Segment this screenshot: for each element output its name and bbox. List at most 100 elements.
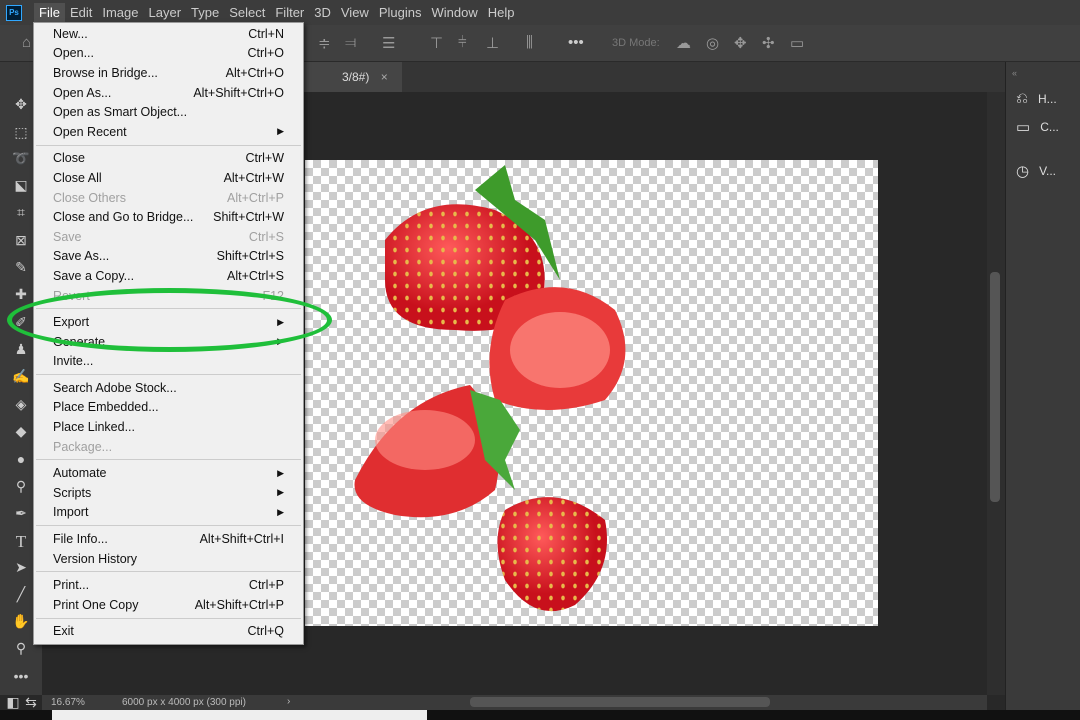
- menu-item-import[interactable]: Import ▶: [34, 503, 303, 523]
- menu-layer[interactable]: Layer: [144, 3, 187, 22]
- menu-edit[interactable]: Edit: [65, 3, 97, 22]
- menu-separator: [36, 617, 301, 619]
- menu-3d[interactable]: 3D: [309, 3, 336, 22]
- menu-item-label: Open Recent: [53, 124, 127, 139]
- distribute-v-icon[interactable]: ⫼: [526, 34, 533, 51]
- panel-label: C...: [1040, 120, 1059, 134]
- horizontal-scrollbar[interactable]: [470, 697, 770, 707]
- more-options-button[interactable]: •••: [568, 34, 584, 51]
- crop-tool-icon[interactable]: ⌗: [12, 204, 30, 222]
- menu-item-shortcut: Ctrl+Q: [247, 624, 284, 639]
- menu-item-save-as[interactable]: Save As... Shift+Ctrl+S: [34, 247, 303, 267]
- 3d-orbit-icon[interactable]: ☁: [676, 34, 691, 52]
- menu-item-label: Exit: [53, 624, 74, 639]
- menu-item-open[interactable]: Open... Ctrl+O: [34, 44, 303, 64]
- menu-item-close[interactable]: Close Ctrl+W: [34, 149, 303, 169]
- type-tool-icon[interactable]: T: [12, 532, 30, 551]
- history-brush-tool-icon[interactable]: ✍: [12, 368, 30, 386]
- menu-item-open-as[interactable]: Open As... Alt+Shift+Ctrl+O: [34, 83, 303, 103]
- eyedropper-tool-icon[interactable]: ✎: [12, 259, 30, 277]
- align-icon[interactable]: ≑: [318, 34, 331, 52]
- menu-item-shortcut: Ctrl+N: [248, 26, 284, 41]
- menu-type[interactable]: Type: [186, 3, 224, 22]
- align-right-icon[interactable]: ⫤: [345, 34, 356, 51]
- menu-item-exit[interactable]: Exit Ctrl+Q: [34, 622, 303, 642]
- dodge-tool-icon[interactable]: ⚲: [12, 478, 30, 496]
- menu-item-package: Package...: [34, 437, 303, 457]
- vertical-scrollbar[interactable]: [987, 92, 1005, 695]
- pen-tool-icon[interactable]: ✒: [12, 505, 30, 523]
- menu-item-place-linked[interactable]: Place Linked...: [34, 417, 303, 437]
- home-icon[interactable]: ⌂: [22, 34, 31, 51]
- menu-view[interactable]: View: [336, 3, 374, 22]
- healing-tool-icon[interactable]: ✚: [12, 286, 30, 304]
- menu-filter[interactable]: Filter: [270, 3, 309, 22]
- menu-item-invite[interactable]: Invite...: [34, 352, 303, 372]
- blur-tool-icon[interactable]: ●: [12, 451, 30, 469]
- line-tool-icon[interactable]: ╱: [12, 586, 30, 604]
- menu-item-version-history[interactable]: Version History: [34, 549, 303, 569]
- marquee-tool-icon[interactable]: ⬚: [12, 124, 30, 142]
- document-image[interactable]: [305, 160, 878, 626]
- frame-tool-icon[interactable]: ⊠: [12, 232, 30, 250]
- panel-version[interactable]: ◷ V...: [1016, 162, 1056, 180]
- 3d-roll-icon[interactable]: ◎: [706, 34, 719, 52]
- 3d-camera-icon[interactable]: ▭: [790, 34, 804, 52]
- distribute-icon[interactable]: ☰: [382, 34, 395, 52]
- stamp-tool-icon[interactable]: ♟: [12, 341, 30, 359]
- panel-label: V...: [1039, 164, 1056, 178]
- menu-window[interactable]: Window: [426, 3, 482, 22]
- menu-item-open-as-smart-object[interactable]: Open as Smart Object...: [34, 102, 303, 122]
- move-tool-icon[interactable]: ✥: [12, 96, 30, 114]
- menu-item-close-and-go-to-bridge[interactable]: Close and Go to Bridge... Shift+Ctrl+W: [34, 207, 303, 227]
- menu-item-label: Open...: [53, 46, 94, 61]
- menu-item-automate[interactable]: Automate ▶: [34, 463, 303, 483]
- menu-item-new[interactable]: New... Ctrl+N: [34, 24, 303, 44]
- menu-item-label: Save: [53, 229, 82, 244]
- 3d-pan-icon[interactable]: ✥: [734, 34, 747, 52]
- menu-item-search-adobe-stock[interactable]: Search Adobe Stock...: [34, 378, 303, 398]
- document-info[interactable]: 6000 px x 4000 px (300 ppi): [122, 697, 246, 708]
- menu-select[interactable]: Select: [224, 3, 270, 22]
- panel-history[interactable]: ⎌ H...: [1016, 90, 1057, 107]
- menu-item-save: Save Ctrl+S: [34, 227, 303, 247]
- status-expand-icon[interactable]: ›: [287, 696, 290, 707]
- menu-item-open-recent[interactable]: Open Recent ▶: [34, 122, 303, 142]
- menu-item-shortcut: Alt+Shift+Ctrl+P: [194, 597, 284, 612]
- align-middle-icon[interactable]: ⫩: [458, 34, 467, 51]
- more-tools-icon[interactable]: •••: [12, 668, 30, 686]
- menu-item-label: Open as Smart Object...: [53, 105, 188, 120]
- paint-bucket-tool-icon[interactable]: ◆: [12, 423, 30, 441]
- eraser-tool-icon[interactable]: ◈: [12, 396, 30, 414]
- lasso-tool-icon[interactable]: ➰: [12, 150, 30, 168]
- menu-help[interactable]: Help: [483, 3, 520, 22]
- menu-item-shortcut: Alt+Ctrl+O: [225, 65, 284, 80]
- menu-item-file-info[interactable]: File Info... Alt+Shift+Ctrl+I: [34, 529, 303, 549]
- menu-item-place-embedded[interactable]: Place Embedded...: [34, 398, 303, 418]
- align-bottom-icon[interactable]: ⊥: [486, 34, 499, 52]
- scrollbar-thumb[interactable]: [990, 272, 1000, 502]
- submenu-arrow-icon: ▶: [277, 506, 284, 517]
- menu-item-scripts[interactable]: Scripts ▶: [34, 483, 303, 503]
- quick-select-tool-icon[interactable]: ⬕: [12, 177, 30, 195]
- zoom-tool-icon[interactable]: ⚲: [12, 640, 30, 658]
- menu-item-close-all[interactable]: Close All Alt+Ctrl+W: [34, 168, 303, 188]
- panel-comment[interactable]: ▭ C...: [1016, 118, 1059, 136]
- menu-item-label: Version History: [53, 551, 138, 566]
- path-select-tool-icon[interactable]: ➤: [12, 559, 30, 577]
- close-tab-icon[interactable]: ×: [381, 70, 388, 84]
- menu-item-browse-in-bridge[interactable]: Browse in Bridge... Alt+Ctrl+O: [34, 63, 303, 83]
- menu-item-save-a-copy[interactable]: Save a Copy... Alt+Ctrl+S: [34, 266, 303, 286]
- collapse-panels-icon[interactable]: «: [1012, 68, 1017, 78]
- comment-icon: ▭: [1016, 119, 1031, 136]
- menu-plugins[interactable]: Plugins: [374, 3, 427, 22]
- align-top-icon[interactable]: ⊤: [430, 34, 443, 52]
- hand-tool-icon[interactable]: ✋: [12, 613, 30, 631]
- menu-item-shortcut: Ctrl+O: [247, 46, 284, 61]
- zoom-level[interactable]: 16.67%: [51, 697, 85, 708]
- menu-image[interactable]: Image: [97, 3, 143, 22]
- menu-file[interactable]: File: [34, 3, 65, 22]
- 3d-slide-icon[interactable]: ✣: [762, 34, 775, 52]
- menu-item-print-one-copy[interactable]: Print One Copy Alt+Shift+Ctrl+P: [34, 595, 303, 615]
- menu-item-print[interactable]: Print... Ctrl+P: [34, 575, 303, 595]
